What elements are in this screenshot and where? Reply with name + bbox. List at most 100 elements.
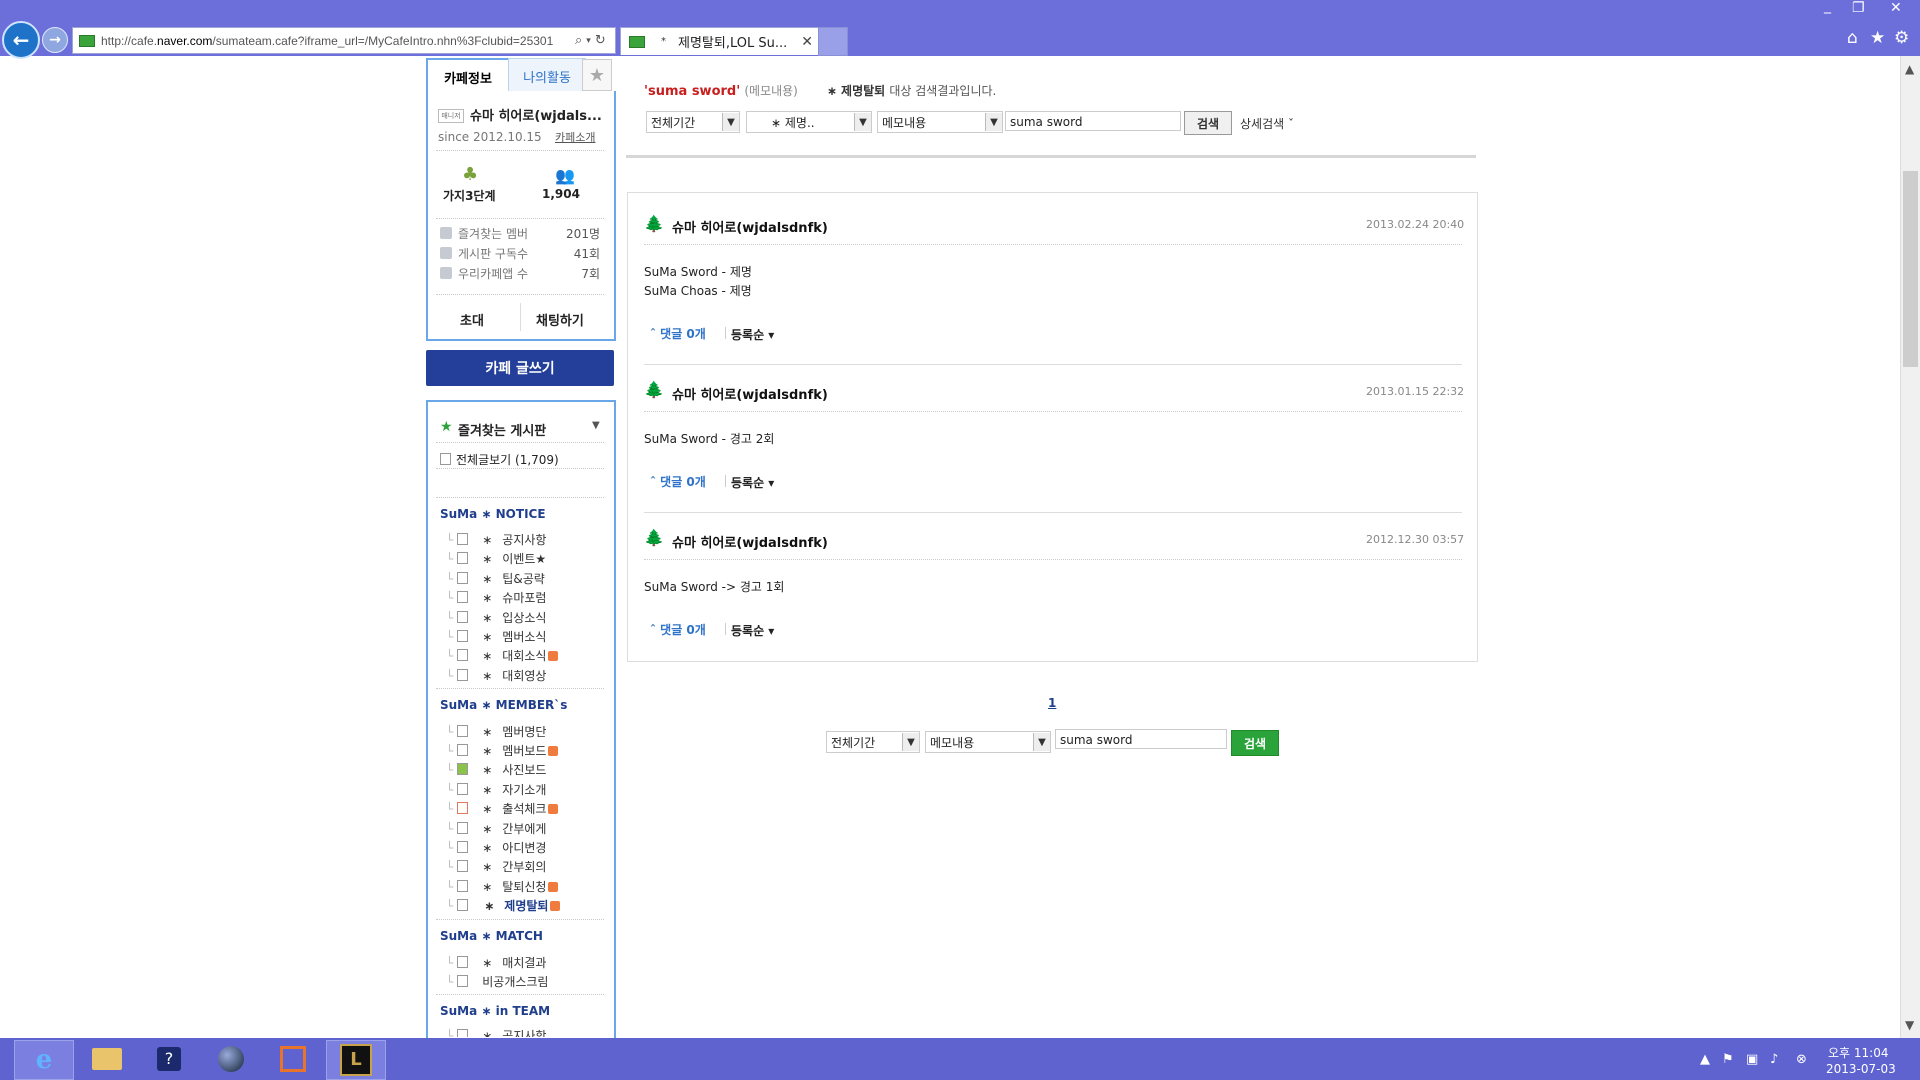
comments-toggle[interactable]: ˆ 댓글 0개 <box>650 325 706 342</box>
search-keyword: 'suma sword' <box>644 84 741 99</box>
sidebar-item[interactable]: └ ∗ 공지사항 <box>446 1027 546 1037</box>
office-icon[interactable] <box>264 1040 322 1078</box>
back-button[interactable]: ← <box>2 21 40 59</box>
globe-icon[interactable] <box>202 1040 260 1078</box>
sort-order-select[interactable]: 등록순 ▾ <box>731 622 774 639</box>
sidebar-item[interactable]: └ ∗ 매치결과 <box>446 954 546 971</box>
scroll-down-icon[interactable]: ▼ <box>1905 1018 1914 1032</box>
sidebar-item[interactable]: └ ∗ 멤버명단 <box>446 723 546 740</box>
sidebar-item[interactable]: └ ∗ 간부회의 <box>446 858 546 875</box>
sort-order-select[interactable]: 등록순 ▾ <box>731 474 774 491</box>
dropdown-icon[interactable]: ▾ <box>586 36 591 46</box>
cafe-manager-name[interactable]: 슈마 히어로(wjdals... <box>470 105 602 124</box>
sidebar-item[interactable]: └ ∗ 입상소식 <box>446 609 546 626</box>
advanced-search-link[interactable]: 상세검색 ˇ <box>1240 115 1294 132</box>
post-author[interactable]: 슈마 히어로(wjdalsdnfk) <box>672 532 828 551</box>
refresh-icon[interactable]: ↻ <box>595 33 606 48</box>
cafe-intro-link[interactable]: 카페소개 <box>555 129 595 145</box>
sidebar-item[interactable]: └ ∗ 대회소식 <box>446 647 559 664</box>
search-button[interactable]: 검색 <box>1184 111 1232 135</box>
network-icon[interactable]: ▣ <box>1746 1052 1758 1067</box>
chat-button[interactable]: 채팅하기 <box>536 310 584 329</box>
search-icon[interactable]: ⌕ <box>575 33 582 48</box>
sidebar-item[interactable]: └ ∗ 탈퇴신청 <box>446 878 559 895</box>
sidebar-item[interactable]: └ ∗ 팁&공략 <box>446 570 545 587</box>
check-icon <box>440 247 452 259</box>
divider <box>436 442 604 443</box>
field-select[interactable]: 메모내용 ▼ <box>877 111 1003 133</box>
sidebar-item[interactable]: └ ∗ 사진보드 <box>446 761 546 778</box>
tab-close-icon[interactable]: ✕ <box>801 34 813 50</box>
sidebar-item[interactable]: └ ∗ 대회영상 <box>446 667 546 684</box>
vertical-scrollbar[interactable]: ▲ ▼ <box>1900 56 1920 1038</box>
address-url[interactable]: http://cafe.naver.com/sumateam.cafe?ifra… <box>101 34 571 48</box>
home-icon[interactable]: ⌂ <box>1847 28 1858 48</box>
sidebar-item[interactable]: └ ∗ 공지사항 <box>446 531 546 548</box>
favorite-boards-title[interactable]: 즐겨찾는 게시판 <box>458 420 546 439</box>
invite-button[interactable]: 초대 <box>460 310 484 329</box>
clock-date[interactable]: 2013-07-03 <box>1826 1062 1896 1076</box>
league-of-legends-icon[interactable]: L <box>326 1040 386 1080</box>
category-members[interactable]: SuMa ∗ MEMBER`s <box>440 698 567 712</box>
file-explorer-icon[interactable] <box>78 1040 136 1078</box>
close-circle-icon[interactable]: ⊗ <box>1796 1052 1807 1067</box>
board-select[interactable]: ∗ 제명.. ▼ <box>746 111 872 133</box>
restore-icon[interactable]: ❐ <box>1852 0 1865 16</box>
post-author[interactable]: 슈마 히어로(wjdalsdnfk) <box>672 384 828 403</box>
member-count[interactable]: 1,904 <box>542 187 580 201</box>
sidebar-item[interactable]: └ ∗ 멤버소식 <box>446 628 546 645</box>
gear-icon[interactable]: ⚙ <box>1894 28 1909 48</box>
clock-time[interactable]: 오후 11:04 <box>1828 1044 1888 1061</box>
sidebar-item[interactable]: └ ∗ 출석체크 <box>446 800 559 817</box>
scroll-up-icon[interactable]: ▲ <box>1905 62 1914 76</box>
comments-toggle[interactable]: ˆ 댓글 0개 <box>650 473 706 490</box>
sort-order-select[interactable]: 등록순 ▾ <box>731 326 774 343</box>
sidebar-item[interactable]: └ ∗ 슈마포럼 <box>446 589 546 606</box>
bottom-period-select[interactable]: 전체기간 ▼ <box>826 731 920 753</box>
post-author[interactable]: 슈마 히어로(wjdalsdnfk) <box>672 217 828 236</box>
chevron-down-icon[interactable]: ▼ <box>592 420 600 431</box>
close-window-icon[interactable]: ✕ <box>1890 0 1902 16</box>
category-in-team[interactable]: SuMa ∗ in TEAM <box>440 1004 550 1018</box>
forward-button[interactable]: → <box>42 27 68 53</box>
tab-cafe-info[interactable]: 카페정보 <box>426 58 510 94</box>
sidebar-item[interactable]: └ ∗ 아디변경 <box>446 839 546 856</box>
all-posts-link[interactable]: 전체글보기 (1,709) <box>440 451 559 468</box>
cafe-level[interactable]: 가지3단계 <box>443 187 496 204</box>
tray-expand-icon[interactable]: ▲ <box>1700 1052 1710 1067</box>
bottom-search-input[interactable]: suma sword <box>1055 729 1227 749</box>
scrollbar-thumb[interactable] <box>1903 171 1918 367</box>
new-tab-button[interactable] <box>818 27 848 56</box>
comments-toggle[interactable]: ˆ 댓글 0개 <box>650 621 706 638</box>
address-bar[interactable]: http://cafe.naver.com/sumateam.cafe?ifra… <box>72 27 616 54</box>
divider <box>436 468 604 469</box>
cafe-write-button[interactable]: 카페 글쓰기 <box>426 350 614 386</box>
cafe-level-icon: ♣ <box>462 164 479 185</box>
volume-icon[interactable]: ♪ <box>1770 1052 1778 1067</box>
board-icon <box>440 453 451 465</box>
sidebar-item[interactable]: └ 비공개스크림 <box>446 973 548 990</box>
page-number-current[interactable]: 1 <box>1048 696 1056 710</box>
help-icon[interactable]: ? <box>140 1040 198 1078</box>
browser-tab[interactable]: * 제명탈퇴,LOL Su... ✕ <box>620 27 820 55</box>
internet-explorer-icon[interactable]: e <box>14 1040 74 1080</box>
flag-icon[interactable]: ⚑ <box>1722 1052 1734 1067</box>
category-notice[interactable]: SuMa ∗ NOTICE <box>440 507 546 521</box>
tab-my-activity[interactable]: 나의활동 <box>508 58 586 94</box>
divider <box>644 364 1462 365</box>
favorite-cafe-star-icon[interactable]: ★ <box>582 59 612 91</box>
divider <box>436 294 604 295</box>
minimize-icon[interactable]: _ <box>1824 0 1831 14</box>
bottom-search-button[interactable]: 검색 <box>1231 730 1279 756</box>
star-icon[interactable]: ★ <box>1870 28 1885 48</box>
stat-value: 7회 <box>581 266 600 281</box>
period-select[interactable]: 전체기간 ▼ <box>646 111 740 133</box>
sidebar-item-active[interactable]: └ ∗ 제명탈퇴 <box>446 897 561 914</box>
sidebar-item[interactable]: └ ∗ 멤버보드 <box>446 742 559 759</box>
bottom-field-select[interactable]: 메모내용 ▼ <box>925 731 1051 753</box>
sidebar-item[interactable]: └ ∗ 간부에게 <box>446 820 546 837</box>
category-match[interactable]: SuMa ∗ MATCH <box>440 929 543 943</box>
search-input[interactable]: suma sword <box>1005 111 1181 131</box>
sidebar-item[interactable]: └ ∗ 이벤트★ <box>446 550 546 567</box>
sidebar-item[interactable]: └ ∗ 자기소개 <box>446 781 546 798</box>
